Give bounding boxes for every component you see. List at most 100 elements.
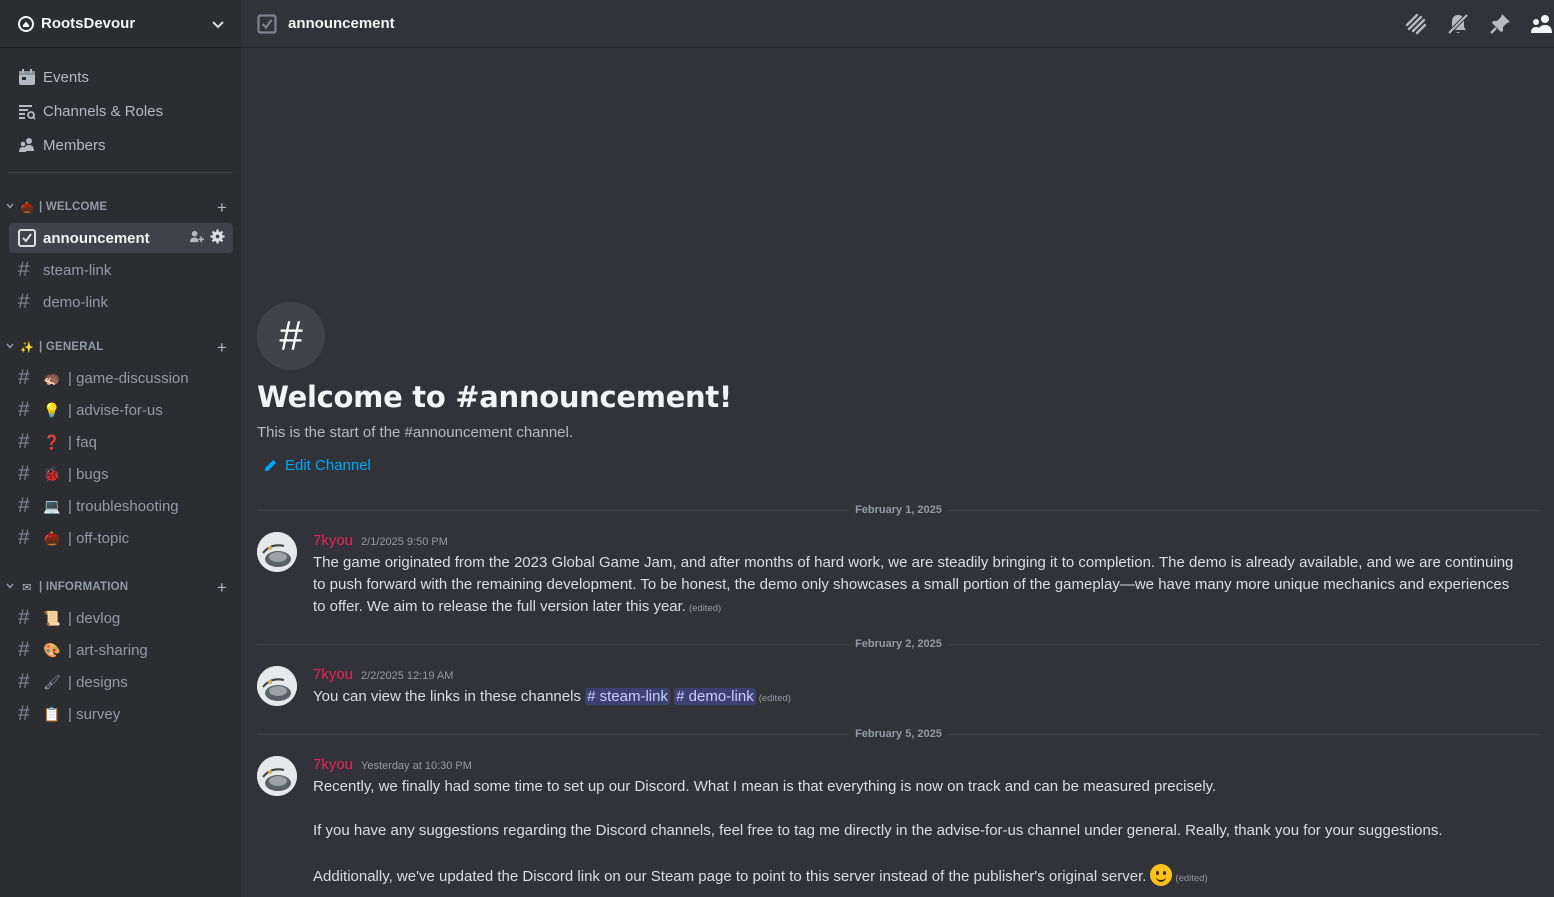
question-icon: ❓ — [43, 433, 61, 450]
menu-item-events[interactable]: Events — [8, 60, 233, 94]
channel-name: | faq — [68, 433, 97, 451]
menu-item-label: Events — [43, 68, 89, 86]
channel-troubleshooting[interactable]: # 💻 | troubleshooting — [9, 491, 233, 521]
channel-name: | survey — [68, 705, 121, 723]
channel-announcement[interactable]: announcement — [9, 223, 233, 253]
date-divider-label: February 5, 2025 — [849, 728, 948, 740]
welcome-subtitle: This is the start of the #announcement c… — [257, 424, 574, 441]
channel-name: | troubleshooting — [68, 497, 179, 515]
channel-steam-link[interactable]: # steam-link — [9, 255, 233, 285]
chevron-down-icon[interactable] — [211, 17, 225, 31]
menu-item-label: Channels & Roles — [43, 102, 164, 120]
date-divider-label: February 1, 2025 — [849, 504, 948, 516]
chevron-down-icon — [6, 582, 16, 592]
pencil-icon — [263, 458, 279, 474]
category-label: | WELCOME — [39, 201, 108, 213]
channel-off-topic[interactable]: # 🌰 | off-topic — [9, 523, 233, 553]
channel-name: | designs — [68, 673, 128, 691]
add-channel-icon[interactable]: + — [217, 339, 227, 356]
message-timestamp: Yesterday at 10:30 PM — [361, 760, 472, 772]
lightbulb-icon: 💡 — [43, 401, 61, 418]
palette-icon: 🎨 — [43, 641, 61, 658]
clipboard-icon: 📋 — [43, 705, 61, 722]
category-label: | INFORMATION — [39, 581, 129, 593]
hash-icon: # — [18, 670, 30, 693]
hash-icon: # — [18, 430, 30, 453]
menu-item-channels-roles[interactable]: Channels & Roles — [8, 94, 233, 128]
category-welcome[interactable]: 🌰 | WELCOME + — [0, 195, 241, 219]
threads-icon[interactable] — [1404, 12, 1428, 36]
channel-mention-steam-link[interactable]: # steam-link — [585, 688, 670, 705]
members-icon — [18, 136, 36, 154]
date-divider: February 5, 2025 — [257, 728, 1540, 740]
chestnut-icon: 🌰 — [20, 201, 34, 214]
server-menu: Events Channels & Roles Members — [0, 48, 241, 162]
slightly-smiling-face-icon — [1150, 864, 1173, 886]
channel-survey[interactable]: # 📋 | survey — [9, 699, 233, 729]
hash-icon: # — [18, 366, 30, 389]
chat-area: announcement # Welcome to #announcement!… — [241, 0, 1554, 897]
envelope-icon: ✉ — [22, 581, 32, 594]
channel-art-sharing[interactable]: # 🎨 | art-sharing — [9, 635, 233, 665]
channel-game-discussion[interactable]: # 🦔 | game-discussion — [9, 363, 233, 393]
message-timestamp: 2/1/2025 9:50 PM — [361, 536, 448, 548]
channel-bugs[interactable]: # 🐞 | bugs — [9, 459, 233, 489]
add-channel-icon[interactable]: + — [217, 199, 227, 216]
channel-name: | bugs — [68, 465, 109, 483]
category-general[interactable]: ✨ | GENERAL + — [0, 335, 241, 359]
edited-tag: (edited) — [1175, 873, 1208, 884]
menu-item-label: Members — [43, 136, 106, 154]
date-divider: February 2, 2025 — [257, 638, 1540, 650]
message-text: The game originated from the 2023 Global… — [313, 554, 1514, 615]
channel-faq[interactable]: # ❓ | faq — [9, 427, 233, 457]
sparkles-icon: ✨ — [20, 341, 34, 354]
channel-demo-link[interactable]: # demo-link — [9, 287, 233, 317]
message-content: You can view the links in these channels… — [313, 686, 1517, 710]
avatar[interactable] — [257, 756, 297, 796]
hash-icon: # — [18, 398, 30, 421]
chevron-down-icon — [6, 342, 16, 352]
pin-icon[interactable] — [1488, 12, 1512, 36]
avatar[interactable] — [257, 666, 297, 706]
message-paragraph: Additionally, we've updated the Discord … — [313, 864, 1517, 890]
chestnut-icon: 🌰 — [43, 529, 61, 546]
sidebar-divider — [8, 172, 233, 173]
channel-name: | art-sharing — [68, 641, 148, 659]
scroll-icon: 📜 — [43, 609, 61, 626]
add-channel-icon[interactable]: + — [217, 579, 227, 596]
hash-icon: # — [18, 494, 30, 517]
date-divider: February 1, 2025 — [257, 504, 1540, 516]
hedgehog-icon: 🦔 — [43, 369, 61, 386]
channel-name: | game-discussion — [68, 369, 189, 387]
avatar[interactable] — [257, 532, 297, 572]
message-content: Recently, we finally had some time to se… — [313, 776, 1517, 890]
gear-icon[interactable] — [210, 228, 225, 248]
hash-icon: # — [18, 526, 30, 549]
channel-designs[interactable]: # 🖌 | designs — [9, 667, 233, 697]
mute-notifications-icon[interactable] — [1446, 12, 1470, 36]
message-timestamp: 2/2/2025 12:19 AM — [361, 670, 454, 682]
channel-browse-icon — [18, 102, 36, 120]
message-author[interactable]: 7kyou — [313, 756, 353, 773]
edited-tag: (edited) — [758, 693, 791, 704]
channel-devlog[interactable]: # 📜 | devlog — [9, 603, 233, 633]
edit-channel-button[interactable]: Edit Channel — [257, 457, 732, 474]
message-author[interactable]: 7kyou — [313, 532, 353, 549]
chevron-down-icon — [6, 202, 16, 212]
channel-mention-demo-link[interactable]: # demo-link — [674, 688, 756, 705]
invite-icon[interactable] — [189, 229, 204, 248]
hash-icon: # — [18, 606, 30, 629]
edit-channel-label: Edit Channel — [285, 457, 371, 474]
channel-advise-for-us[interactable]: # 💡 | advise-for-us — [9, 395, 233, 425]
server-header[interactable]: RootsDevour — [0, 0, 241, 48]
channel-name: | advise-for-us — [68, 401, 163, 419]
channel-name: | off-topic — [68, 529, 130, 547]
menu-item-members[interactable]: Members — [8, 128, 233, 162]
hash-icon: # — [18, 638, 30, 661]
ladybug-icon: 🐞 — [43, 465, 61, 482]
category-information[interactable]: ✉ | INFORMATION + — [0, 575, 241, 599]
member-list-icon[interactable] — [1530, 12, 1554, 36]
message-paragraph: Recently, we finally had some time to se… — [313, 778, 1217, 795]
category-label: | GENERAL — [39, 341, 104, 353]
message-author[interactable]: 7kyou — [313, 666, 353, 683]
